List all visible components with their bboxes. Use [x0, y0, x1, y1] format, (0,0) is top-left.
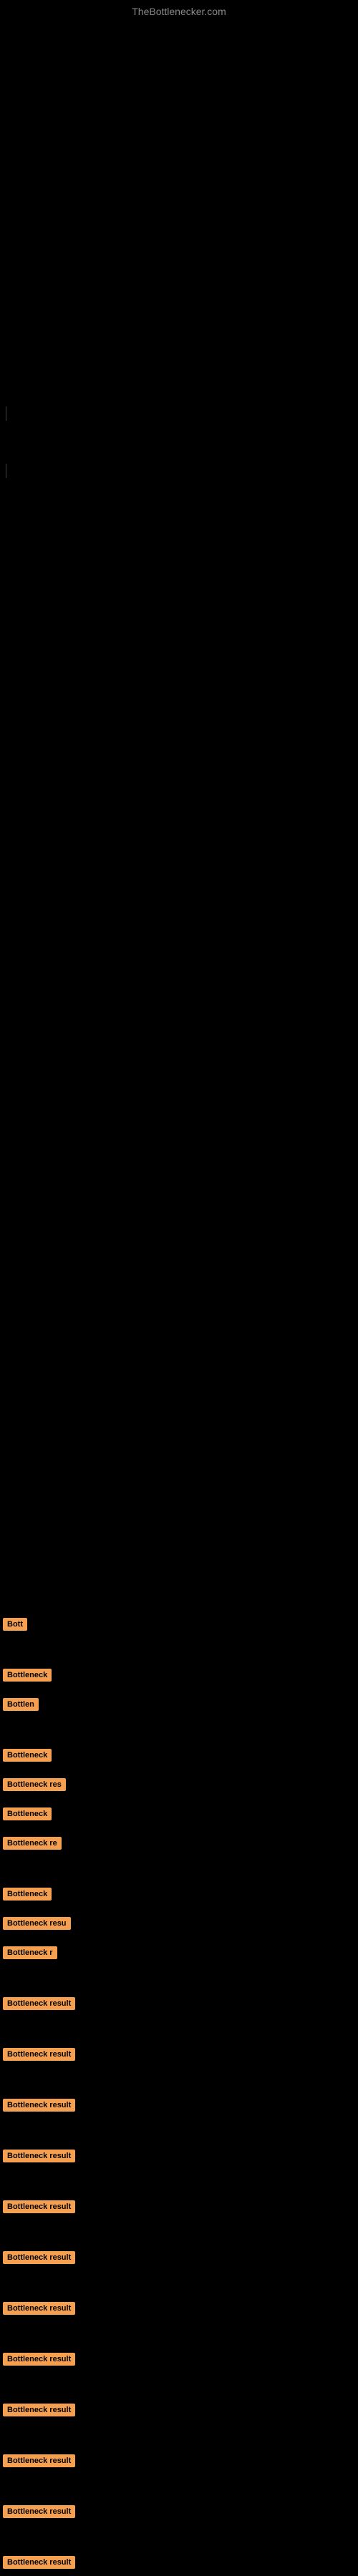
- result-item-14: Bottleneck result: [0, 2140, 358, 2170]
- result-item-16: Bottleneck result: [0, 2242, 358, 2271]
- result-item-7: Bottleneck re: [0, 1828, 358, 1857]
- result-item-1: Bott: [0, 1609, 358, 1638]
- result-item-19: Bottleneck result: [0, 2394, 358, 2424]
- result-label-12[interactable]: Bottleneck result: [3, 2048, 75, 2061]
- result-label-1[interactable]: Bott: [3, 1618, 27, 1631]
- result-label-15[interactable]: Bottleneck result: [3, 2200, 75, 2213]
- result-item-11: Bottleneck result: [0, 1988, 358, 2017]
- result-label-22[interactable]: Bottleneck result: [3, 2556, 75, 2569]
- result-label-20[interactable]: Bottleneck result: [3, 2454, 75, 2467]
- result-item-2: Bottleneck: [0, 1659, 358, 1689]
- result-item-15: Bottleneck result: [0, 2191, 358, 2220]
- result-label-5[interactable]: Bottleneck res: [3, 1778, 66, 1791]
- result-item-10: Bottleneck r: [0, 1937, 358, 1966]
- chart-area: [0, 20, 358, 1594]
- result-label-13[interactable]: Bottleneck result: [3, 2099, 75, 2112]
- result-label-6[interactable]: Bottleneck: [3, 1807, 52, 1820]
- result-item-12: Bottleneck result: [0, 2039, 358, 2068]
- result-label-19[interactable]: Bottleneck result: [3, 2404, 75, 2416]
- result-item-6: Bottleneck: [0, 1798, 358, 1828]
- result-item-5: Bottleneck res: [0, 1769, 358, 1798]
- result-label-11[interactable]: Bottleneck result: [3, 1997, 75, 2010]
- result-label-14[interactable]: Bottleneck result: [3, 2150, 75, 2162]
- result-label-2[interactable]: Bottleneck: [3, 1669, 52, 1682]
- result-label-10[interactable]: Bottleneck r: [3, 1946, 57, 1959]
- result-item-8: Bottleneck: [0, 1878, 358, 1908]
- result-item-21: Bottleneck result: [0, 2496, 358, 2525]
- result-item-22: Bottleneck result: [0, 2547, 358, 2576]
- site-title: TheBottlenecker.com: [0, 0, 358, 20]
- results-container: Bott Bottleneck Bottlen Bottleneck Bottl…: [0, 1594, 358, 2576]
- result-item-3: Bottlen: [0, 1689, 358, 1718]
- result-item-9: Bottleneck resu: [0, 1908, 358, 1937]
- result-item-4: Bottleneck: [0, 1740, 358, 1769]
- result-label-3[interactable]: Bottlen: [3, 1698, 39, 1711]
- result-label-8[interactable]: Bottleneck: [3, 1888, 52, 1901]
- result-label-16[interactable]: Bottleneck result: [3, 2251, 75, 2264]
- result-item-17: Bottleneck result: [0, 2293, 358, 2322]
- result-item-18: Bottleneck result: [0, 2343, 358, 2373]
- result-label-17[interactable]: Bottleneck result: [3, 2302, 75, 2315]
- result-label-9[interactable]: Bottleneck resu: [3, 1917, 71, 1930]
- result-item-20: Bottleneck result: [0, 2445, 358, 2474]
- result-item-13: Bottleneck result: [0, 2089, 358, 2119]
- result-label-7[interactable]: Bottleneck re: [3, 1837, 62, 1850]
- result-label-18[interactable]: Bottleneck result: [3, 2353, 75, 2366]
- result-label-21[interactable]: Bottleneck result: [3, 2505, 75, 2518]
- result-label-4[interactable]: Bottleneck: [3, 1749, 52, 1762]
